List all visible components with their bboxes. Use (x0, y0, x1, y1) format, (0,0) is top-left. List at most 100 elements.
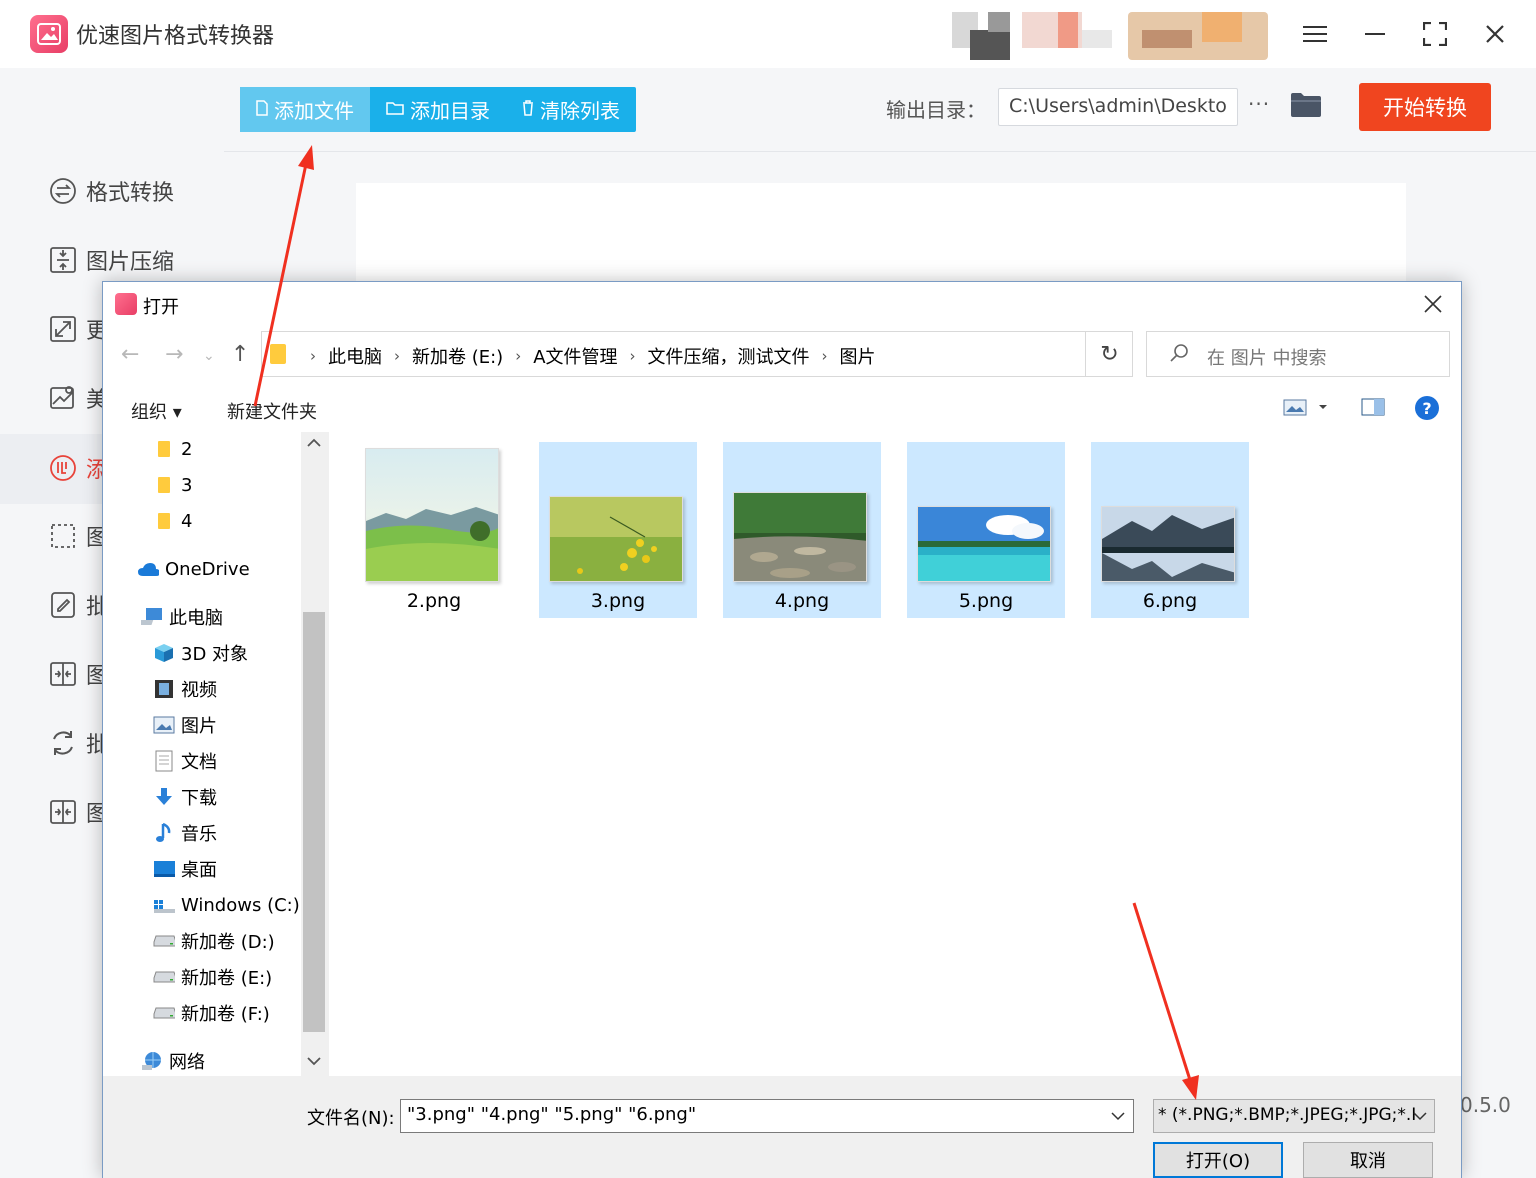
output-dir-field[interactable]: C:\Users\admin\Deskto (998, 88, 1238, 126)
nav-item-desktop[interactable]: 桌面 (153, 852, 217, 886)
nav-item-documents[interactable]: 文档 (153, 744, 217, 778)
app-title: 优速图片格式转换器 (76, 24, 275, 49)
file-name: 3.png (590, 590, 646, 612)
help-icon[interactable]: ? (1415, 396, 1439, 420)
navigation-pane: 2 3 4 OneDrive 此电脑 3D 对象 视频 图片 文档 下载 音乐 … (103, 432, 301, 1148)
nav-item-drive-e[interactable]: 新加卷 (E:) (153, 960, 272, 994)
start-convert-button[interactable]: 开始转换 (1359, 83, 1491, 131)
minimize-icon[interactable] (1355, 14, 1395, 54)
nav-item-this-pc[interactable]: 此电脑 (141, 600, 223, 634)
open-button[interactable]: 打开(O) (1153, 1142, 1283, 1178)
file-item[interactable]: 3.png (539, 442, 697, 618)
more-options-button[interactable]: ··· (1248, 92, 1270, 116)
folder-icon (270, 344, 286, 364)
preview-pane-icon[interactable] (1361, 396, 1385, 422)
sidebar-item-format-convert[interactable]: 格式转换 (48, 171, 224, 211)
nav-label: 文档 (181, 752, 217, 773)
image-thumbnail (549, 496, 683, 582)
crop-icon (48, 521, 78, 551)
nav-item-onedrive[interactable]: OneDrive (137, 552, 250, 586)
add-file-button[interactable]: 添加文件 (240, 87, 370, 132)
nav-item-folder-3[interactable]: 3 (153, 468, 192, 502)
filename-field[interactable]: "3.png" "4.png" "5.png" "6.png" (400, 1099, 1134, 1133)
edit-icon (48, 590, 78, 620)
view-options-icon[interactable] (1283, 396, 1329, 422)
nav-item-pictures[interactable]: 图片 (153, 708, 217, 742)
dialog-close-icon[interactable] (1419, 290, 1447, 318)
video-icon (153, 678, 175, 700)
nav-item-folder-4[interactable]: 4 (153, 504, 192, 538)
drive-icon (153, 966, 175, 988)
nav-item-3d-objects[interactable]: 3D 对象 (153, 636, 248, 670)
nav-item-network[interactable]: 网络 (141, 1044, 205, 1078)
resize-icon (48, 314, 78, 344)
nav-item-music[interactable]: 音乐 (153, 816, 217, 850)
breadcrumb-item[interactable]: A文件管理 (533, 343, 617, 369)
nav-item-drive-d[interactable]: 新加卷 (D:) (153, 924, 275, 958)
new-folder-button[interactable]: 新建文件夹 (227, 398, 317, 424)
nav-label: 音乐 (181, 824, 217, 845)
back-arrow-icon[interactable]: ← (121, 342, 139, 367)
nav-item-drive-c[interactable]: Windows (C:) (153, 888, 300, 922)
up-arrow-icon[interactable]: ↑ (231, 342, 249, 367)
file-item[interactable]: 6.png (1091, 442, 1249, 618)
file-item[interactable]: 2.png (355, 442, 513, 618)
filetype-select[interactable]: * (*.PNG;*.BMP;*.JPEG;*.JPG;*.I (1153, 1099, 1435, 1133)
chevron-right-icon: › (310, 347, 316, 365)
file-item[interactable]: 4.png (723, 442, 881, 618)
image-thumbnail (733, 492, 867, 582)
file-name: 2.png (406, 590, 462, 612)
document-icon (153, 750, 175, 772)
chevron-down-icon[interactable] (1413, 1106, 1427, 1125)
close-icon[interactable] (1475, 14, 1515, 54)
clear-list-button[interactable]: 清除列表 (506, 87, 636, 132)
scrollbar-thumb[interactable] (303, 612, 325, 1032)
cancel-button[interactable]: 取消 (1303, 1142, 1433, 1178)
nav-label: 网络 (169, 1052, 205, 1073)
filename-label: 文件名(N): (307, 1108, 395, 1129)
folder-icon (153, 510, 175, 532)
sidebar-item-compress[interactable]: 图片压缩 (48, 240, 224, 280)
computer-icon (141, 606, 163, 628)
file-item[interactable]: 5.png (907, 442, 1065, 618)
nav-label: 桌面 (181, 860, 217, 881)
refresh-icon[interactable]: ↻ (1085, 331, 1133, 377)
forward-arrow-icon[interactable]: → (165, 342, 183, 367)
recent-locations-chevron-icon[interactable]: ⌄ (203, 348, 215, 364)
breadcrumb-item[interactable]: 文件压缩，测试文件 (648, 343, 810, 369)
menu-icon[interactable] (1295, 14, 1335, 54)
nav-label: 3 (181, 474, 193, 496)
split-icon (48, 797, 78, 827)
pictures-icon (153, 714, 175, 736)
breadcrumb-item[interactable]: 图片 (840, 343, 876, 369)
nav-item-drive-f[interactable]: 新加卷 (F:) (153, 996, 270, 1030)
open-file-dialog: 打开 ← → ⌄ ↑ › 此电脑 › 新加卷 (E:) › A文件管理 › 文件… (102, 281, 1462, 1178)
network-icon (141, 1050, 163, 1072)
drive-icon (153, 894, 175, 916)
nav-scrollbar[interactable] (301, 432, 329, 1076)
nav-item-videos[interactable]: 视频 (153, 672, 217, 706)
organize-menu[interactable]: 组织 ▾ (131, 398, 182, 424)
open-folder-icon[interactable] (1290, 92, 1322, 122)
folder-icon (153, 474, 175, 496)
breadcrumb-item[interactable]: 新加卷 (E:) (412, 343, 503, 369)
compress-icon (48, 245, 78, 275)
nav-label: OneDrive (165, 558, 250, 580)
nav-item-folder-2[interactable]: 2 (153, 432, 192, 466)
address-bar[interactable]: › 此电脑 › 新加卷 (E:) › A文件管理 › 文件压缩，测试文件 › 图… (261, 331, 1226, 377)
output-dir-label: 输出目录： (886, 98, 986, 122)
nav-label: 3D 对象 (181, 644, 249, 665)
watermark-icon (48, 453, 78, 483)
nav-label: 4 (181, 510, 193, 532)
maximize-icon[interactable] (1415, 14, 1455, 54)
breadcrumb-item[interactable]: 此电脑 (328, 343, 382, 369)
scroll-down-icon[interactable] (307, 1054, 321, 1070)
search-input[interactable]: 在 图片 中搜索 (1146, 331, 1450, 377)
scroll-up-icon[interactable] (307, 436, 321, 452)
nav-label: 新加卷 (E:) (181, 968, 273, 989)
chevron-down-icon[interactable] (1111, 1106, 1125, 1125)
folder-icon (386, 100, 404, 119)
file-icon (256, 99, 268, 120)
nav-item-downloads[interactable]: 下载 (153, 780, 217, 814)
add-directory-button[interactable]: 添加目录 (370, 87, 506, 132)
